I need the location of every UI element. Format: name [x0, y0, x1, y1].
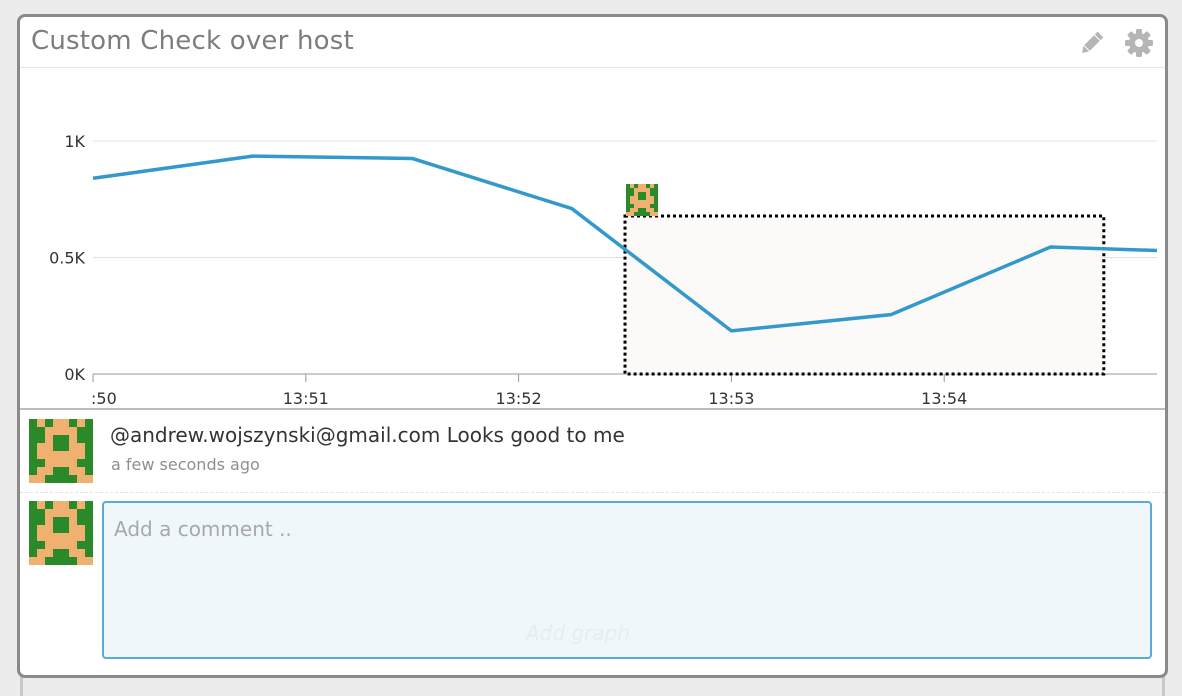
- x-tick-label: 13:51: [283, 389, 329, 407]
- comment-item: @andrew.wojszynski@gmail.com Looks good …: [20, 410, 1165, 493]
- y-tick-label: 0.5K: [49, 249, 85, 268]
- x-tick-label: 13:53: [708, 389, 754, 407]
- pencil-icon[interactable]: [1078, 29, 1106, 57]
- widget-title: Custom Check over host: [31, 26, 354, 56]
- x-tick-label: 13:54: [921, 389, 967, 407]
- graph-widget: Custom Check over host 0K 0.5K 1K:50 13…: [17, 14, 1168, 678]
- y-tick-label: 1K: [64, 132, 85, 151]
- x-tick-label: :50: [91, 389, 117, 407]
- chart-svg: 0K 0.5K 1K :50 13:51 13:52 13:53 13:54: [49, 132, 1158, 407]
- selection-box: [623, 214, 1106, 376]
- comment-input[interactable]: [104, 503, 1150, 657]
- avatar: [29, 419, 93, 483]
- gear-icon[interactable]: [1125, 29, 1153, 57]
- widget-header: Custom Check over host: [20, 17, 1165, 68]
- comment-text: @andrew.wojszynski@gmail.com Looks good …: [110, 423, 625, 447]
- x-tick-label: 13:52: [496, 389, 542, 407]
- comment-timestamp: a few seconds ago: [111, 455, 260, 474]
- current-user-avatar: [29, 501, 93, 565]
- y-tick-label: 0K: [64, 365, 85, 384]
- timeseries-graph[interactable]: 0K 0.5K 1K :50 13:51 13:52 13:53 13:54: [20, 68, 1165, 407]
- new-comment-box: Add graph: [102, 501, 1152, 659]
- event-marker-icon[interactable]: [626, 184, 658, 216]
